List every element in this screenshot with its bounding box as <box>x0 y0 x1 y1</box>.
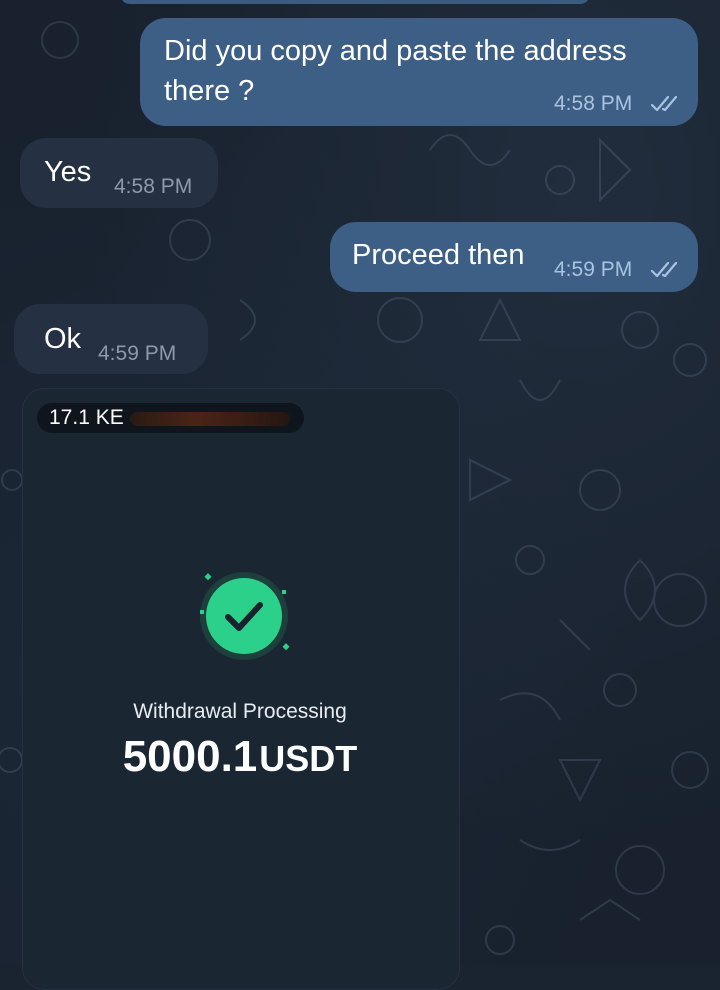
message-timestamp: 4:59 PM <box>98 342 177 365</box>
outgoing-message-bubble[interactable]: Did you copy and paste the address there… <box>140 18 698 126</box>
previous-message-edge <box>120 0 590 4</box>
incoming-message-bubble[interactable]: Ok 4:59 PM <box>14 304 208 374</box>
withdrawal-status-title: Withdrawal Processing <box>133 700 347 723</box>
incoming-message-bubble[interactable]: Yes 4:58 PM <box>20 138 218 208</box>
message-text-line: there ? <box>164 75 255 107</box>
redacted-filename <box>129 412 290 426</box>
message-text: Yes <box>44 156 92 188</box>
message-timestamp: 4:58 PM <box>114 175 193 198</box>
message-timestamp: 4:58 PM <box>554 92 633 115</box>
withdrawal-amount: 5000.1USDT <box>0 732 480 782</box>
image-message[interactable]: 17.1 KE <box>22 388 460 990</box>
file-size-badge: 17.1 KE <box>37 403 304 433</box>
double-check-icon <box>650 95 678 112</box>
amount-unit: USDT <box>259 738 358 779</box>
double-check-icon <box>650 261 678 278</box>
file-size-text: 17.1 KE <box>49 406 124 429</box>
outgoing-message-bubble[interactable]: Proceed then 4:59 PM <box>330 222 698 292</box>
amount-value: 5000.1 <box>122 732 258 781</box>
check-circle-icon <box>200 572 290 660</box>
message-text: Proceed then <box>352 239 525 271</box>
message-text-line: Did you copy and paste the address <box>164 35 627 67</box>
message-timestamp: 4:59 PM <box>554 258 633 281</box>
message-text: Ok <box>44 323 82 355</box>
